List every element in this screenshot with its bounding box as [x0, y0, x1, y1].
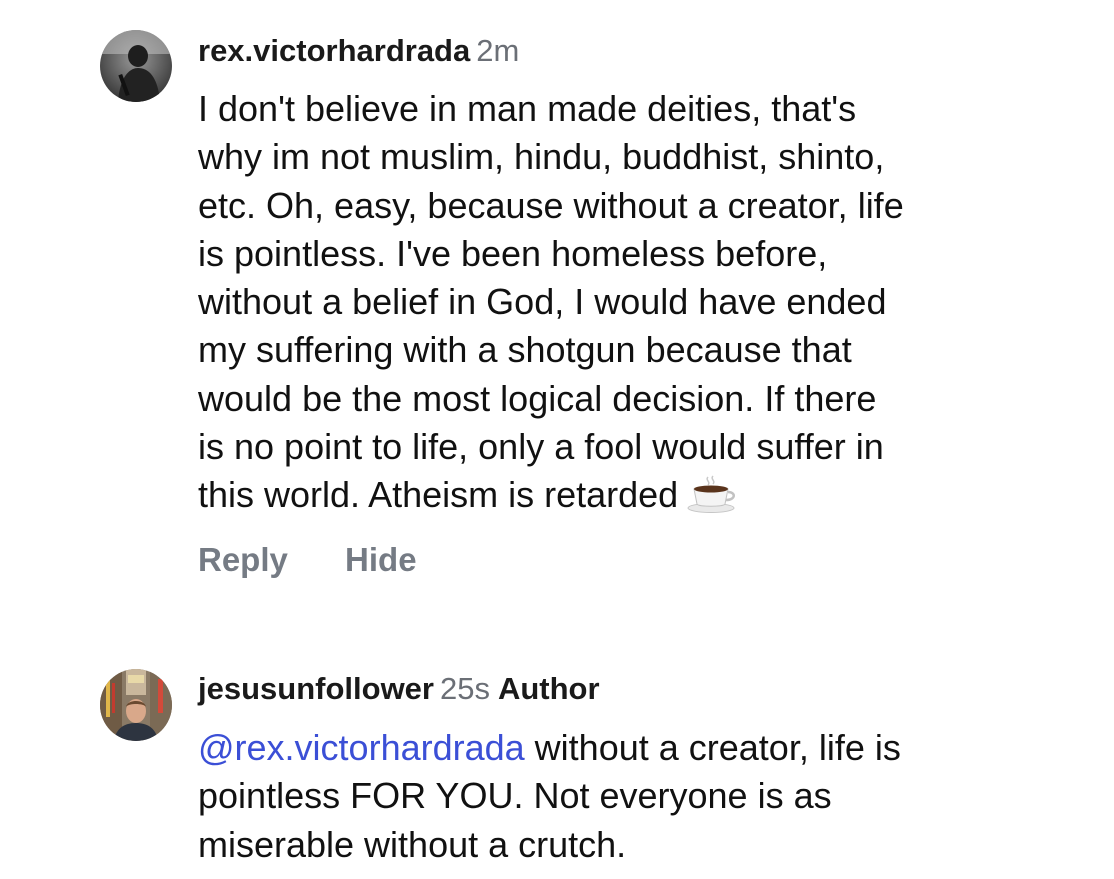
comment-last-line: this world. Atheism is retarded — [198, 471, 1078, 525]
comment-line: is pointless. I've been homeless before, — [198, 232, 828, 274]
comment-header: rex.victorhardrada 2m — [198, 33, 519, 69]
comment-first-line: @rex.victorhardrada without a creator, l… — [198, 724, 1078, 772]
comment-line: would be the most logical decision. If t… — [198, 377, 877, 419]
comment-line: without a belief in God, I would have en… — [198, 281, 887, 323]
comment-line: etc. Oh, easy, because without a creator… — [198, 184, 904, 226]
coffee-icon — [686, 475, 738, 525]
comment-header: jesusunfollower 25s Author — [198, 671, 600, 707]
reply-button[interactable]: Reply — [198, 540, 288, 580]
timestamp: 2m — [476, 33, 520, 68]
comment-line: my suffering with a shotgun because that — [198, 329, 852, 371]
username[interactable]: rex.victorhardrada — [198, 33, 470, 68]
avatar[interactable] — [100, 30, 172, 102]
comment-line: without a creator, life is — [524, 727, 901, 768]
avatar-image — [100, 30, 172, 102]
comment-text: @rex.victorhardrada without a creator, l… — [198, 724, 1078, 869]
comment-line: is no point to life, only a fool would s… — [198, 426, 884, 468]
comment-actions: Reply Hide — [198, 540, 417, 580]
comment-line: pointless FOR YOU. Not everyone is as — [198, 775, 832, 817]
hide-button[interactable]: Hide — [345, 540, 417, 580]
avatar[interactable] — [100, 669, 172, 741]
avatar-image — [100, 669, 172, 741]
comment-text: I don't believe in man made deities, tha… — [198, 85, 1078, 526]
comment-line: I don't believe in man made deities, tha… — [198, 88, 857, 129]
mention-link[interactable]: @rex.victorhardrada — [198, 727, 525, 768]
username[interactable]: jesusunfollower — [198, 671, 434, 706]
author-badge: Author — [497, 671, 600, 706]
timestamp: 25s — [439, 671, 490, 706]
comment-line: why im not muslim, hindu, buddhist, shin… — [198, 136, 885, 178]
comment-line: miserable without a crutch. — [198, 823, 627, 865]
comment-line: this world. Atheism is retarded — [198, 474, 679, 516]
